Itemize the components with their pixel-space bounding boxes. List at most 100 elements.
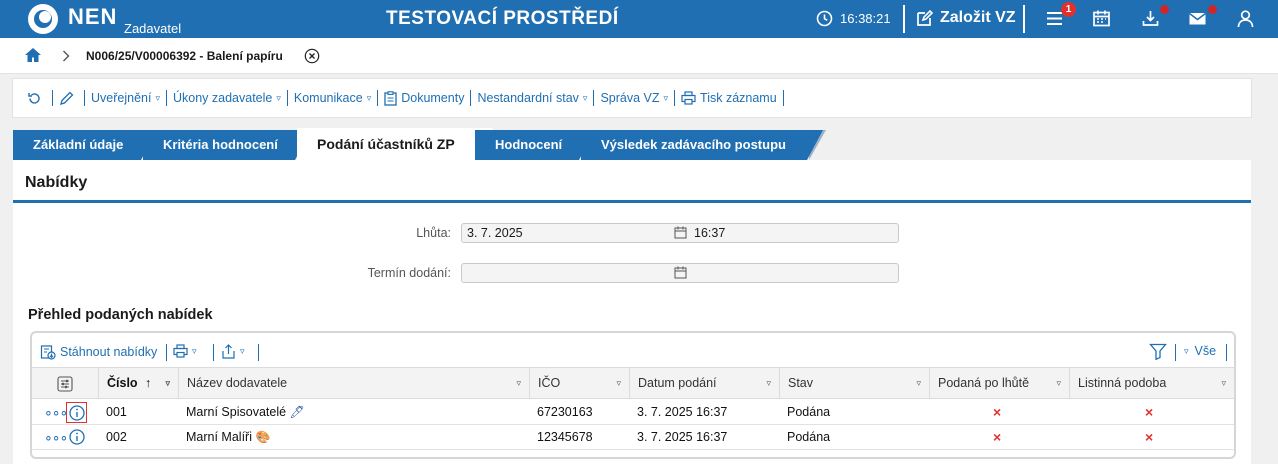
table-row[interactable]: ∘∘∘ 002 Marní Malíři 🎨 12345678 3. 7. 20…: [32, 425, 1234, 450]
delivery-field[interactable]: [461, 263, 899, 283]
environment-title: TESTOVACÍ PROSTŘEDÍ: [386, 8, 619, 29]
delivery-label: Termín dodání:: [367, 266, 451, 280]
column-header-paper[interactable]: Listinná podoba ▿: [1069, 368, 1234, 399]
cell-paper-no-icon: ×: [1145, 429, 1154, 445]
column-header-date[interactable]: Datum podání ▿: [629, 368, 779, 399]
cell-late-no-icon: ×: [993, 429, 1002, 445]
column-menu-icon[interactable]: ▿: [1056, 368, 1061, 399]
column-header-number[interactable]: Číslo ↑ ▿: [98, 368, 178, 399]
column-label: Stav: [788, 376, 814, 390]
cell-ico: 67230163: [537, 405, 593, 419]
mail-alert-dot: [1208, 5, 1217, 14]
caret-icon: ▿: [155, 93, 160, 103]
nen-logo-icon[interactable]: [26, 2, 60, 36]
cell-state: Podána: [787, 430, 831, 444]
print-button[interactable]: ▿: [173, 344, 197, 358]
user-icon[interactable]: [1236, 9, 1255, 28]
logo-subtitle: Zadavatel: [124, 21, 182, 36]
share-icon: [222, 344, 235, 359]
info-icon[interactable]: [66, 402, 87, 423]
edit-button[interactable]: [53, 90, 85, 106]
download-icon[interactable]: [1141, 9, 1160, 28]
column-settings-button[interactable]: [32, 368, 98, 399]
caret-icon: ▿: [366, 93, 372, 103]
cell-state: Podána: [787, 405, 831, 419]
column-label: Číslo: [107, 376, 138, 390]
column-menu-icon[interactable]: ▿: [516, 368, 521, 399]
view-filter-all[interactable]: ▿ Vše: [1184, 344, 1216, 358]
tab-basic-info[interactable]: Základní údaje: [13, 130, 160, 160]
column-header-supplier[interactable]: Název dodavatele ▿: [178, 368, 529, 399]
cell-supplier: Marní Malíři 🎨: [178, 425, 270, 450]
menu-communication[interactable]: Komunikace ▿: [288, 90, 379, 106]
menu-label: Dokumenty: [401, 91, 465, 105]
download-offers-button[interactable]: Stáhnout nabídky: [40, 344, 157, 360]
more-actions-icon[interactable]: ∘∘∘: [36, 400, 68, 425]
breadcrumb-current[interactable]: N006/25/V00006392 - Balení papíru: [86, 49, 283, 63]
column-label: Datum podání: [638, 376, 717, 390]
menu-contracting-actions[interactable]: Úkony zadavatele ▿: [167, 90, 288, 106]
more-actions-icon[interactable]: ∘∘∘: [36, 425, 68, 450]
page-title: Nabídky: [25, 174, 88, 191]
table-row[interactable]: ∘∘∘ 001 Marní Spisovatelé 🖊 67230163 3. …: [32, 400, 1234, 425]
column-label: Listinná podoba: [1078, 376, 1167, 390]
calendar-icon[interactable]: [1092, 9, 1111, 28]
refresh-button[interactable]: [21, 90, 53, 106]
divider: [213, 344, 214, 361]
supplier-name: Marní Malíři: [186, 430, 252, 444]
pencil-icon: [60, 91, 74, 105]
tab-evaluation[interactable]: Hodnocení: [475, 130, 598, 160]
cell-ico: 12345678: [537, 430, 593, 444]
logo-text: NEN: [68, 4, 118, 29]
close-icon[interactable]: [304, 48, 320, 64]
tab-participant-submissions[interactable]: Podání účastníků ZP: [297, 128, 493, 160]
divider: [258, 344, 259, 361]
menu-label: Nestandardní stav: [477, 91, 579, 105]
cell-supplier: Marní Spisovatelé 🖊: [178, 400, 305, 425]
menu-publication[interactable]: Uveřejnění ▿: [85, 90, 167, 106]
edit-icon[interactable]: [915, 9, 934, 28]
tab-evaluation-criteria[interactable]: Kritéria hodnocení: [143, 130, 314, 160]
cell-paper-no-icon: ×: [1145, 404, 1154, 420]
home-icon[interactable]: [24, 47, 42, 63]
divider: [1023, 5, 1025, 33]
menu-nonstandard-state[interactable]: Nestandardní stav ▿: [471, 90, 595, 106]
column-header-ico[interactable]: IČO ▿: [529, 368, 629, 399]
column-menu-icon[interactable]: ▿: [1221, 368, 1226, 399]
create-contract-button[interactable]: Založit VZ: [940, 9, 1016, 27]
column-menu-icon[interactable]: ▿: [616, 368, 621, 399]
refresh-icon: [28, 92, 40, 104]
info-icon[interactable]: [68, 428, 86, 453]
column-header-late[interactable]: Podaná po lhůtě ▿: [929, 368, 1069, 399]
chevron-right-icon: [62, 50, 70, 62]
calendar-icon[interactable]: [674, 226, 687, 239]
deadline-label: Lhůta:: [416, 226, 451, 240]
column-menu-icon[interactable]: ▿: [916, 368, 921, 399]
menu-label: Správa VZ: [600, 91, 660, 105]
column-label: IČO: [538, 376, 561, 390]
filter-icon[interactable]: [1149, 343, 1167, 360]
menu-documents[interactable]: Dokumenty: [378, 90, 472, 106]
cell-number: 001: [106, 405, 127, 419]
tab-procedure-result[interactable]: Výsledek zadávacího postupu: [581, 130, 826, 160]
offers-table: Stáhnout nabídky ▿ ▿ ▿ Vše Číslo ↑ ▿ Náz…: [30, 331, 1236, 459]
table-header: Číslo ↑ ▿ Název dodavatele ▿ IČO ▿ Datum p…: [32, 367, 1234, 399]
view-filter-label: Vše: [1194, 344, 1217, 358]
export-button[interactable]: ▿: [221, 344, 245, 359]
column-menu-icon[interactable]: ▿: [766, 368, 771, 399]
cell-date: 3. 7. 2025 16:37: [637, 430, 728, 444]
caret-icon: ▿: [192, 345, 197, 356]
divider: [1175, 344, 1176, 361]
deadline-field[interactable]: 3. 7. 2025 16:37: [461, 223, 899, 243]
menu-print-record[interactable]: Tisk záznamu: [675, 90, 784, 106]
pen-icon: 🖊: [289, 405, 305, 419]
column-menu-icon[interactable]: ▿: [165, 368, 170, 399]
column-label: Název dodavatele: [187, 376, 288, 390]
column-header-state[interactable]: Stav ▿: [779, 368, 929, 399]
table-toolbar: Stáhnout nabídky ▿ ▿ ▿ Vše: [32, 333, 1234, 367]
menu-label: Úkony zadavatele: [172, 91, 273, 105]
mail-icon[interactable]: [1188, 9, 1207, 28]
calendar-icon[interactable]: [674, 266, 687, 279]
menu-contract-management[interactable]: Správa VZ ▿: [594, 90, 676, 106]
divider: [166, 344, 167, 361]
